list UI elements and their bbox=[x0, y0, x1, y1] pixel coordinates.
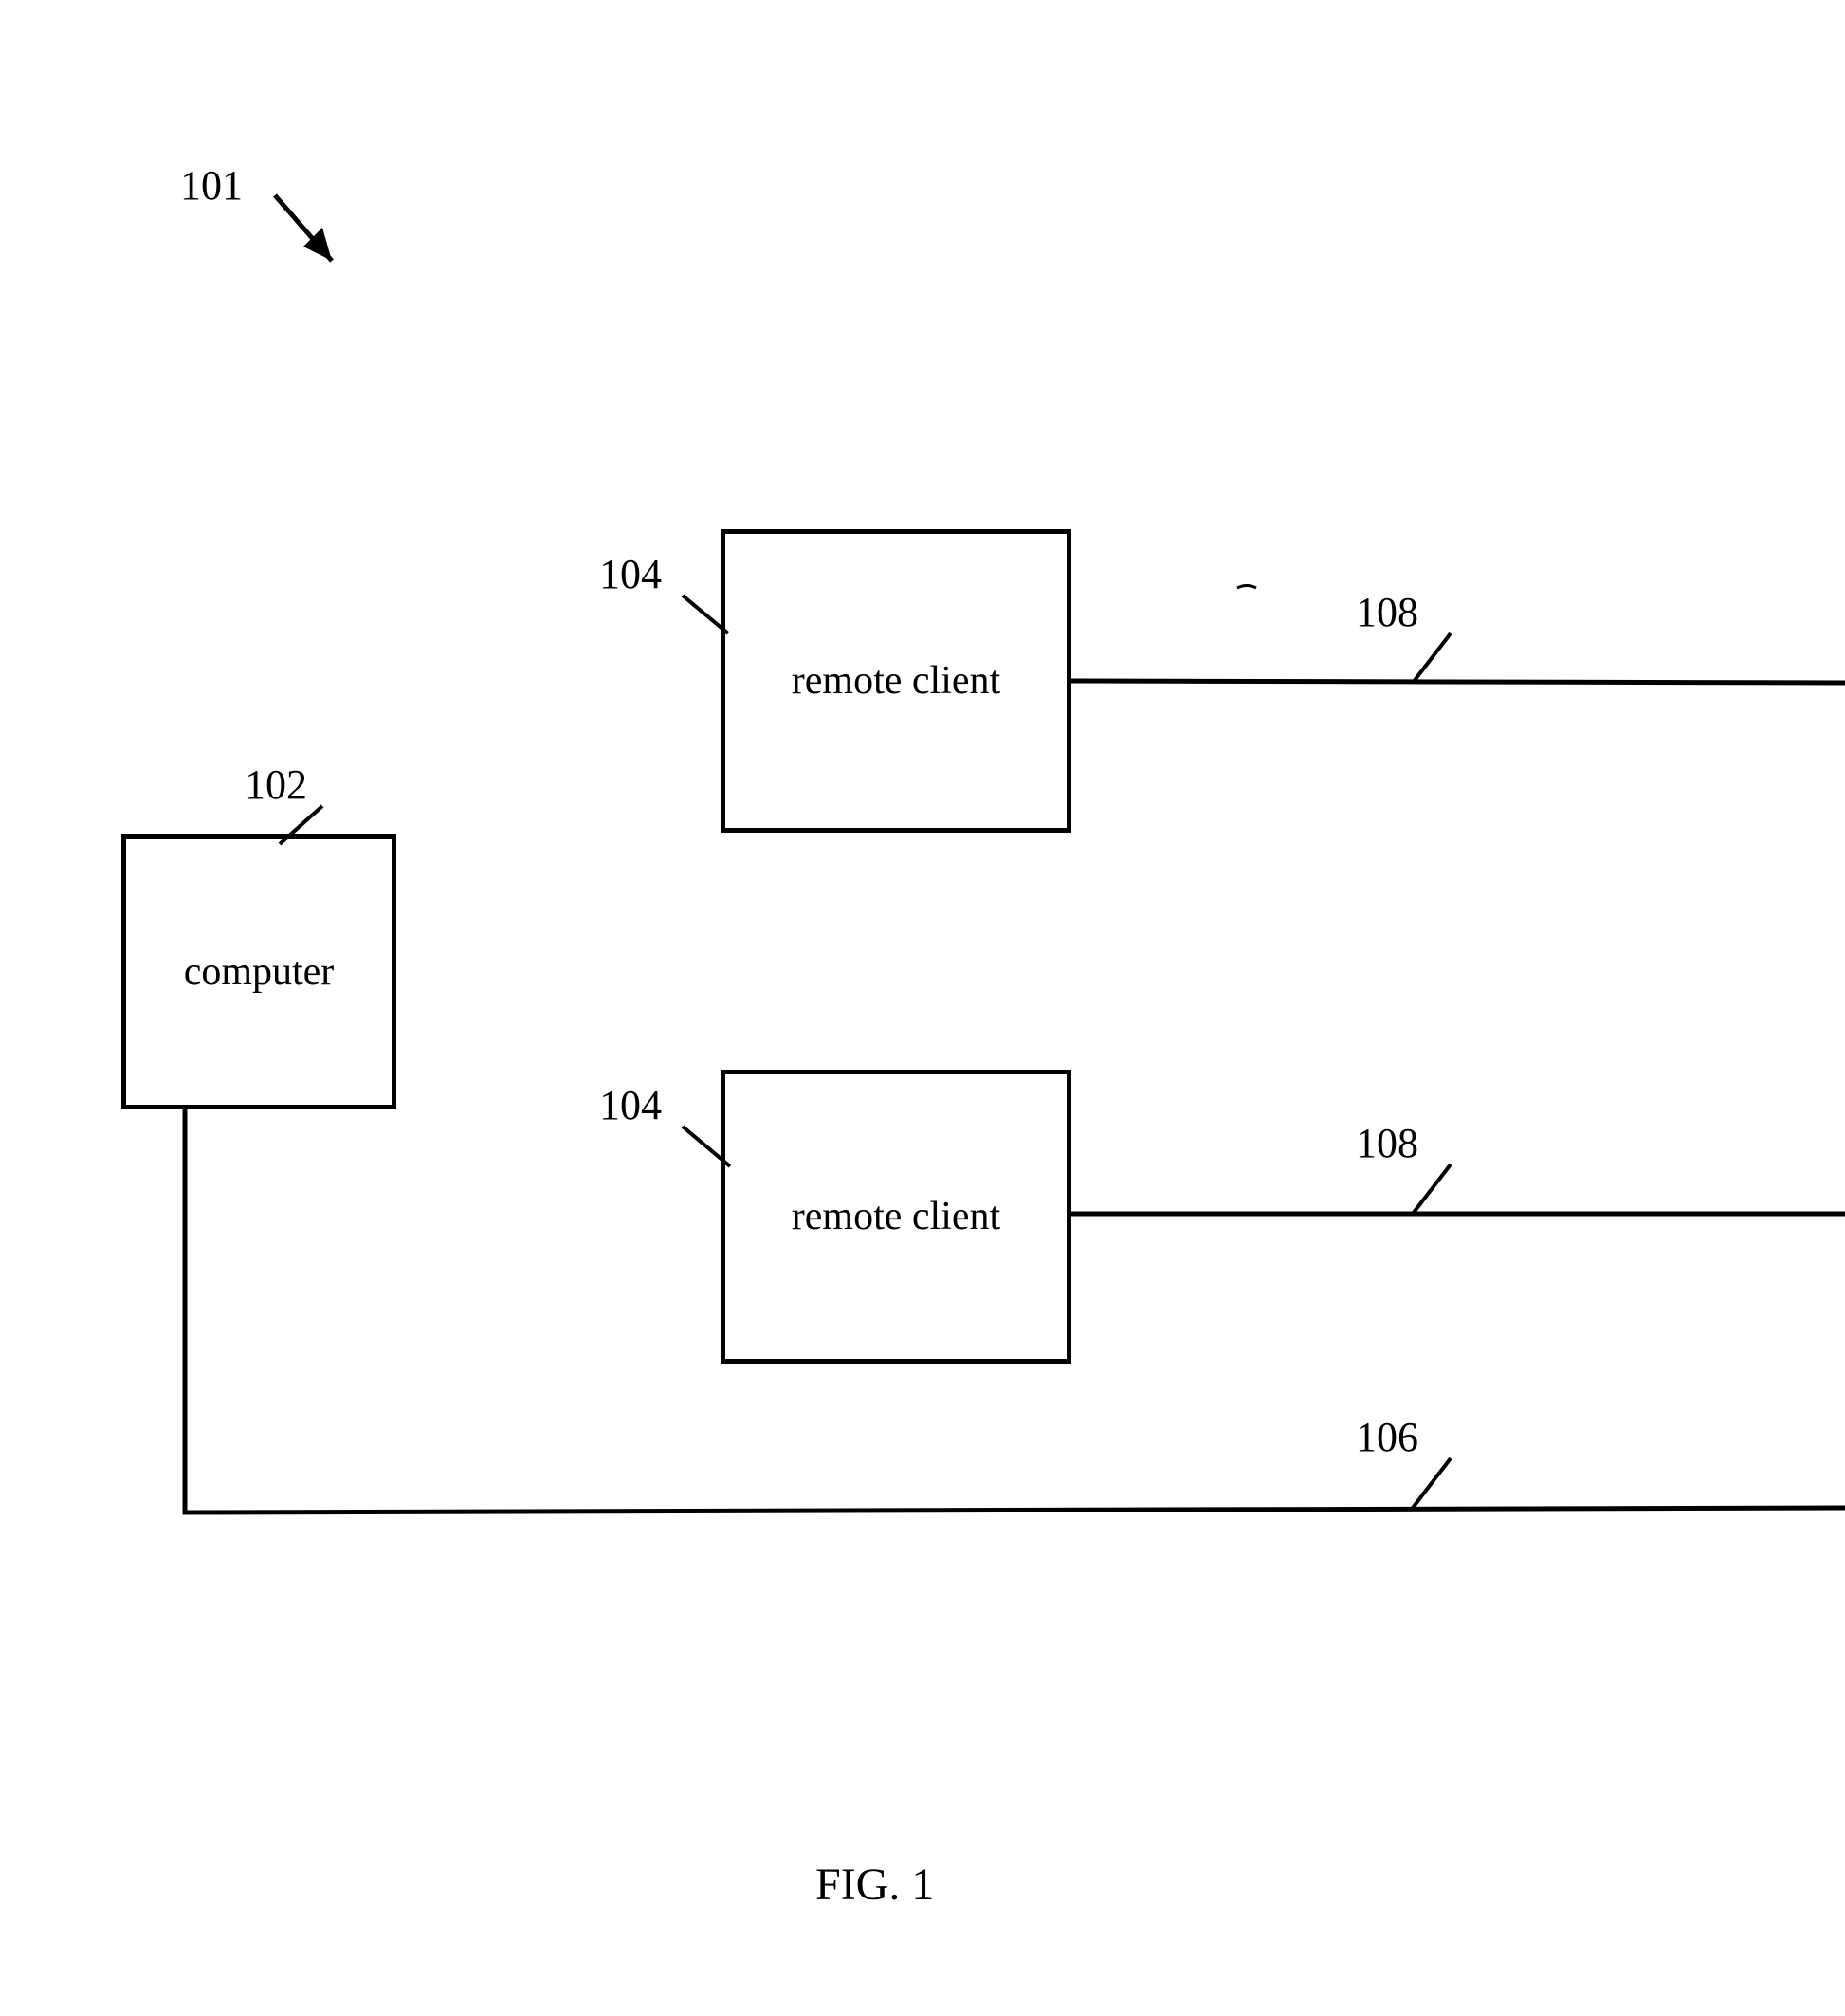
ref-label-101: 101 bbox=[180, 161, 243, 210]
remote-client-box-b: remote client bbox=[721, 1070, 1071, 1364]
ref-label-108b: 108 bbox=[1356, 1119, 1418, 1167]
ref-label-106: 106 bbox=[1356, 1413, 1418, 1461]
remote-client-a-label: remote client bbox=[792, 658, 1000, 704]
computer-box-label: computer bbox=[184, 949, 335, 995]
ref-label-104a: 104 bbox=[599, 550, 662, 598]
ref-label-104b: 104 bbox=[599, 1081, 662, 1129]
figure-caption: FIG. 1 bbox=[815, 1859, 934, 1911]
remote-client-box-a: remote client bbox=[721, 529, 1071, 833]
ref-label-108a: 108 bbox=[1356, 588, 1418, 636]
computer-box: computer bbox=[121, 834, 396, 1109]
ref-label-102: 102 bbox=[245, 761, 307, 809]
remote-client-b-label: remote client bbox=[792, 1194, 1000, 1239]
